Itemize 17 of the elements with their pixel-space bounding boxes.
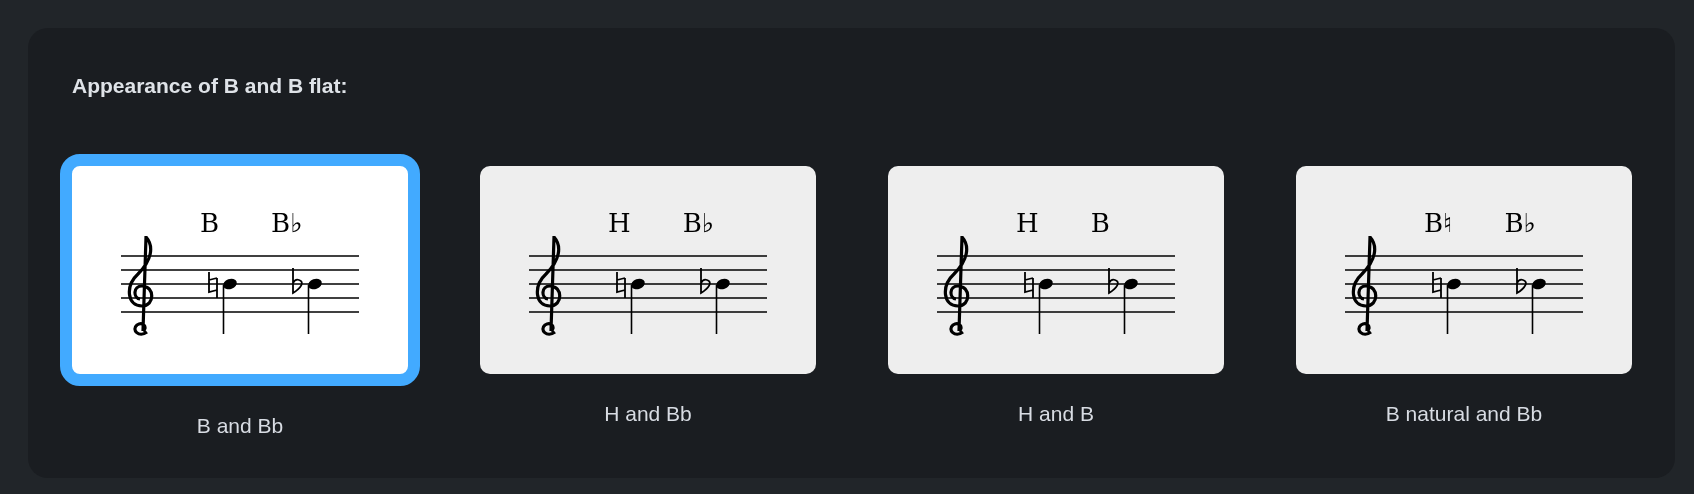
option-label: H and B <box>1018 400 1094 427</box>
option-label: B natural and Bb <box>1385 400 1543 427</box>
option-card[interactable]: B♮ B♭ <box>1296 165 1632 374</box>
option-label: H and Bb <box>604 400 692 427</box>
chord-name: B♮ <box>1424 209 1453 236</box>
option-card[interactable]: H B♭ <box>480 165 816 374</box>
chord-name: B <box>200 209 220 236</box>
chord-name: B♭ <box>271 209 303 236</box>
option-label: B and Bb <box>196 412 284 439</box>
chord-name: B <box>1090 209 1110 236</box>
option-card[interactable]: B B♭ <box>60 153 420 386</box>
chord-name: B♭ <box>1504 209 1536 236</box>
option-card[interactable]: H B <box>888 165 1224 374</box>
chord-name: B♭ <box>682 209 715 236</box>
chord-name: H <box>608 209 631 236</box>
section-title: Appearance of B and B flat: <box>72 73 348 99</box>
chord-name: H <box>1016 209 1039 236</box>
